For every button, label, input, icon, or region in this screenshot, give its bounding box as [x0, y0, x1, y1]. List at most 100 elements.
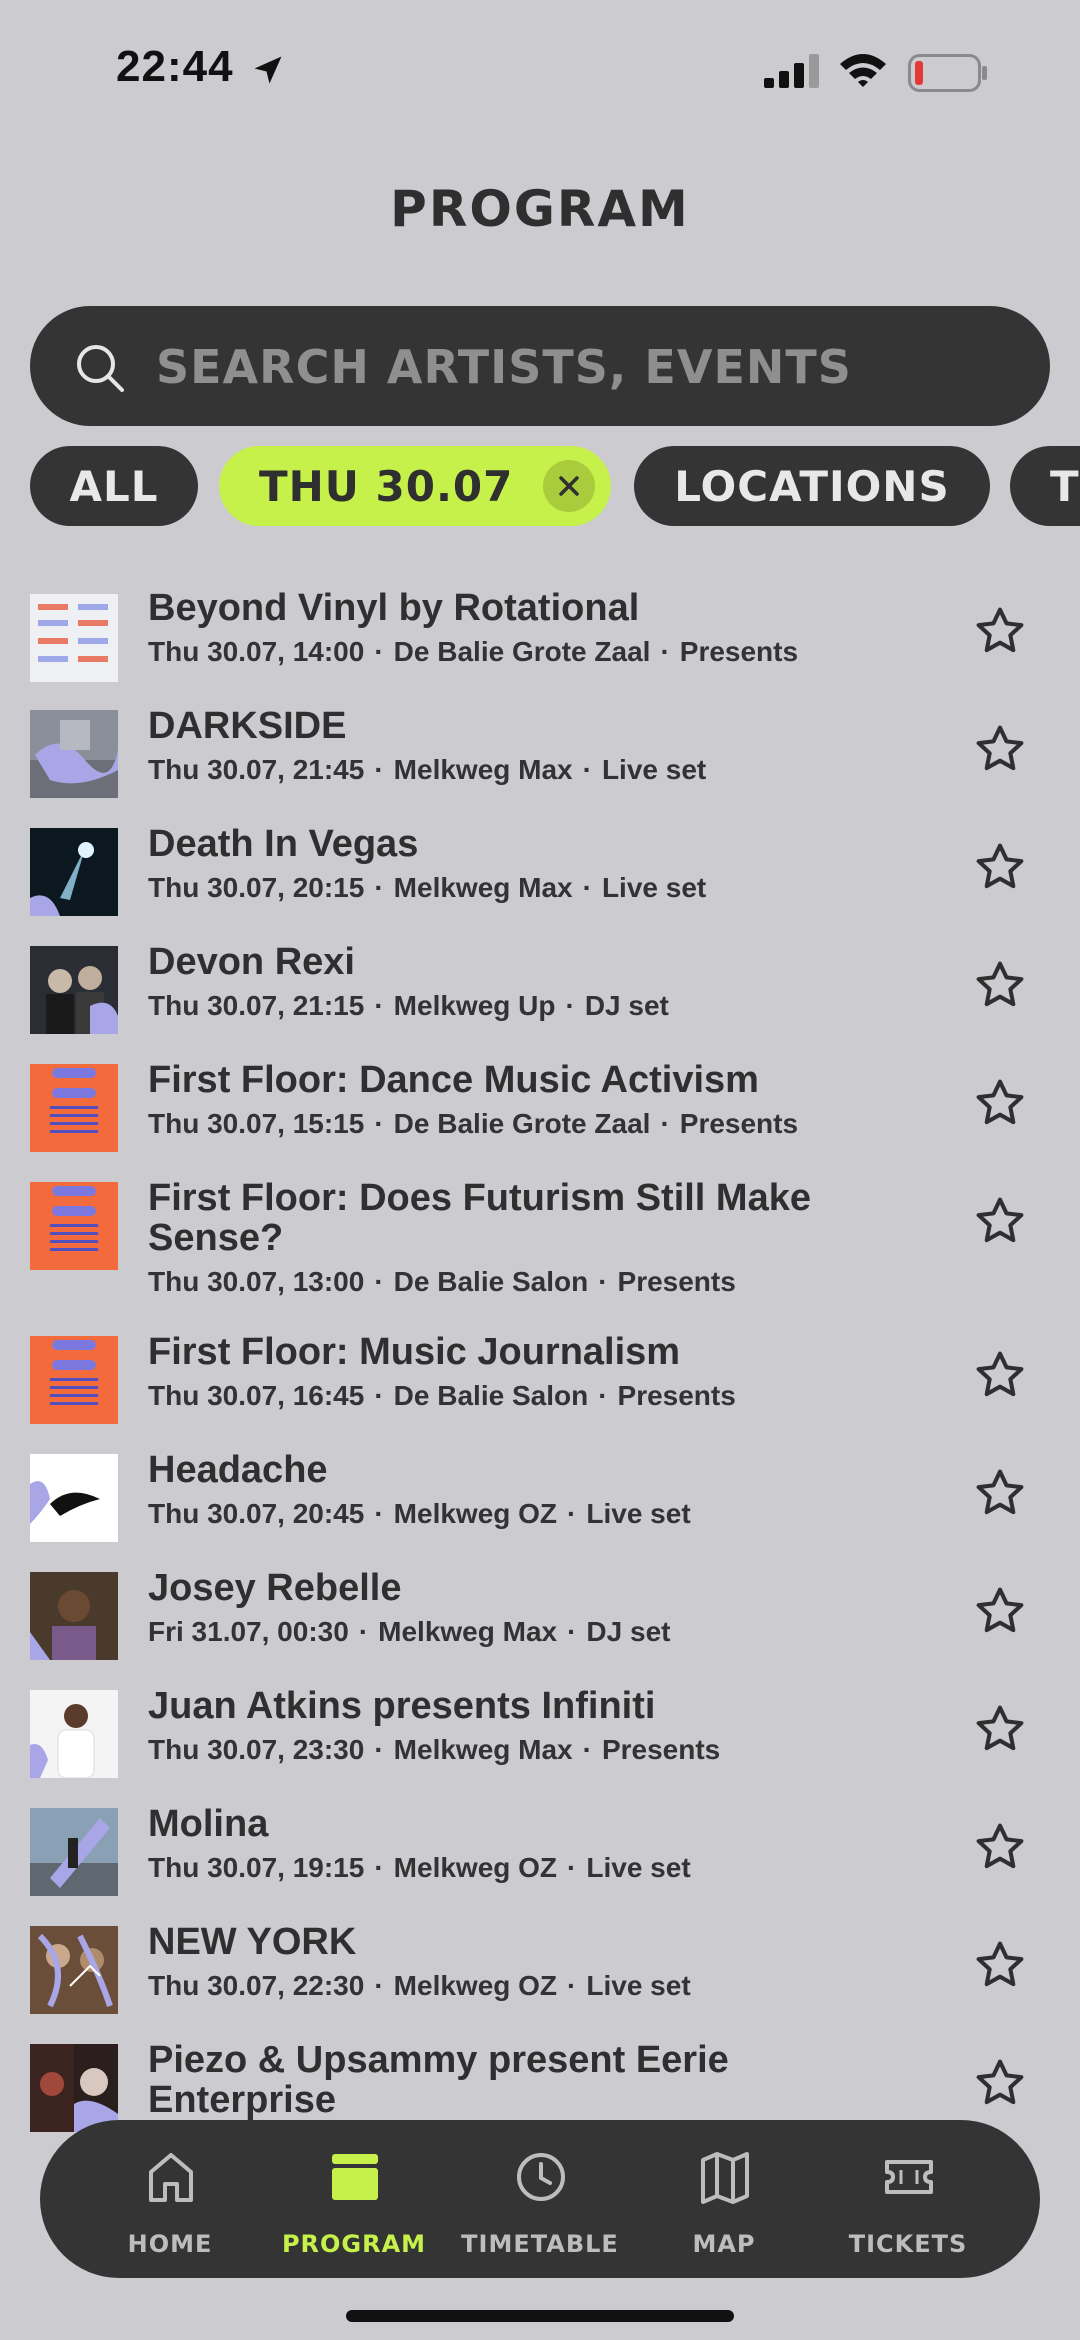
search-bar[interactable]	[30, 306, 1050, 426]
event-meta: Thu 30.07, 19:15 · Melkweg OZ · Live set	[148, 1852, 691, 1883]
event-date: Thu 30.07, 19:15	[148, 1852, 365, 1883]
program-icon	[332, 2154, 378, 2200]
event-date: Thu 30.07, 23:30	[148, 1734, 365, 1765]
filter-chip-label: LOCATIONS	[674, 461, 950, 511]
status-bar: 22:44	[0, 0, 1080, 140]
filter-chip-more[interactable]: T	[1010, 446, 1080, 526]
event-title: Death In Vegas	[148, 823, 419, 865]
event-venue: Melkweg Up	[393, 990, 556, 1021]
event-thumbnail	[30, 2044, 118, 2132]
favorite-star-icon[interactable]	[973, 1466, 1027, 1520]
tab-tickets[interactable]: TICKETS	[818, 2120, 998, 2278]
filter-chip-label: ALL	[69, 461, 159, 511]
event-title: Josey Rebelle	[148, 1567, 402, 1609]
event-title: First Floor: Music Journalism	[148, 1331, 681, 1373]
event-venue: Melkweg OZ	[393, 1498, 558, 1529]
tab-label: TICKETS	[848, 2230, 968, 2258]
cellular-signal-icon	[764, 54, 819, 88]
event-meta: Thu 30.07, 15:15 · De Balie Grote Zaal · Pre…	[148, 1108, 799, 1139]
event-type: Presents	[679, 636, 799, 667]
favorite-star-icon[interactable]	[973, 1194, 1027, 1248]
favorite-star-icon[interactable]	[973, 604, 1027, 658]
favorite-star-icon[interactable]	[973, 1702, 1027, 1756]
event-title: Piezo & Upsammy present Eerie Enterprise	[148, 2039, 729, 2121]
event-title: DARKSIDE	[148, 705, 347, 747]
tab-map[interactable]: MAP	[634, 2120, 814, 2278]
favorite-star-icon[interactable]	[973, 1938, 1027, 1992]
event-type: DJ set	[584, 990, 669, 1021]
bottom-tab-bar: HOME PROGRAM TIMETABLE MAP TICKETS	[40, 2120, 1040, 2278]
event-title: Molina	[148, 1803, 269, 1845]
page-title: PROGRAM	[390, 180, 690, 238]
event-meta: Thu 30.07, 20:45 · Melkweg OZ · Live set	[148, 1498, 691, 1529]
event-thumbnail	[30, 828, 118, 916]
filter-chip-all[interactable]: ALL	[30, 446, 198, 526]
filter-chip-label: T	[1050, 461, 1080, 511]
event-meta: Thu 30.07, 21:15 · Melkweg Up · DJ set	[148, 990, 669, 1021]
tab-timetable[interactable]: TIMETABLE	[450, 2120, 630, 2278]
event-type: DJ set	[586, 1616, 671, 1647]
filter-chip-locations[interactable]: LOCATIONS	[634, 446, 990, 526]
event-meta: Thu 30.07, 21:45 · Melkweg Max · Live set	[148, 754, 707, 785]
event-thumbnail	[30, 710, 118, 798]
event-thumbnail	[30, 1808, 118, 1896]
event-meta: Thu 30.07, 20:15 · Melkweg Max · Live set	[148, 872, 707, 903]
event-venue: Melkweg OZ	[393, 1852, 558, 1883]
favorite-star-icon[interactable]	[973, 1348, 1027, 1402]
event-venue: Melkweg Max	[393, 1734, 573, 1765]
map-icon	[701, 2152, 749, 2204]
event-venue: De Balie Salon	[393, 1266, 589, 1297]
event-date: Thu 30.07, 14:00	[148, 636, 365, 667]
favorite-star-icon[interactable]	[973, 1076, 1027, 1130]
event-thumbnail	[30, 594, 118, 682]
event-type: Presents	[679, 1108, 799, 1139]
ticket-icon	[885, 2160, 933, 2194]
event-title: Devon Rexi	[148, 941, 355, 983]
event-meta: Thu 30.07, 22:30 · Melkweg OZ · Live set	[148, 1970, 691, 2001]
event-venue: De Balie Grote Zaal	[393, 1108, 651, 1139]
favorite-star-icon[interactable]	[973, 722, 1027, 776]
event-type: Live set	[586, 1970, 691, 2001]
event-date: Thu 30.07, 21:15	[148, 990, 365, 1021]
tab-program[interactable]: PROGRAM	[264, 2120, 444, 2278]
event-venue: Melkweg Max	[393, 872, 573, 903]
event-type: Live set	[601, 754, 707, 785]
wifi-icon	[840, 54, 886, 87]
favorite-star-icon[interactable]	[973, 840, 1027, 894]
event-type: Live set	[586, 1498, 691, 1529]
event-date: Fri 31.07, 00:30	[148, 1616, 349, 1647]
favorite-star-icon[interactable]	[973, 958, 1027, 1012]
event-meta: Thu 30.07, 13:00 · De Balie Salon · Presents	[148, 1266, 736, 1297]
event-meta: Thu 30.07, 16:45 · De Balie Salon · Presents	[148, 1380, 736, 1411]
clear-filter-button[interactable]	[543, 460, 595, 512]
event-date: Thu 30.07, 15:15	[148, 1108, 365, 1139]
event-type: Presents	[617, 1266, 736, 1297]
event-title: First Floor: Does Futurism Still Make Se…	[148, 1177, 811, 1259]
event-title: First Floor: Dance Music Activism	[148, 1059, 759, 1101]
event-title: Juan Atkins presents Infiniti	[148, 1685, 656, 1727]
event-venue: Melkweg OZ	[393, 1970, 558, 2001]
event-type: Live set	[586, 1852, 691, 1883]
event-thumbnail	[30, 1926, 118, 2014]
tab-label: TIMETABLE	[461, 2230, 619, 2258]
location-arrow-icon	[254, 56, 282, 84]
event-thumbnail	[30, 1182, 118, 1270]
event-date: Thu 30.07, 20:15	[148, 872, 365, 903]
event-date: Thu 30.07, 16:45	[148, 1380, 365, 1411]
favorite-star-icon[interactable]	[973, 1584, 1027, 1638]
search-input[interactable]	[154, 336, 1018, 398]
filter-chips: ALL THU 30.07 LOCATIONS T	[0, 446, 1080, 528]
event-thumbnail	[30, 1454, 118, 1542]
battery-low-icon	[908, 54, 987, 92]
event-thumbnail	[30, 946, 118, 1034]
tab-label: MAP	[692, 2230, 756, 2258]
event-thumbnail	[30, 1690, 118, 1778]
tab-home[interactable]: HOME	[80, 2120, 260, 2278]
favorite-star-icon[interactable]	[973, 2056, 1027, 2110]
event-thumbnail	[30, 1336, 118, 1424]
event-type: Live set	[601, 872, 707, 903]
search-icon	[77, 345, 124, 392]
favorite-star-icon[interactable]	[973, 1820, 1027, 1874]
event-venue: De Balie Grote Zaal	[393, 636, 651, 667]
filter-chip-date[interactable]: THU 30.07	[219, 446, 611, 526]
